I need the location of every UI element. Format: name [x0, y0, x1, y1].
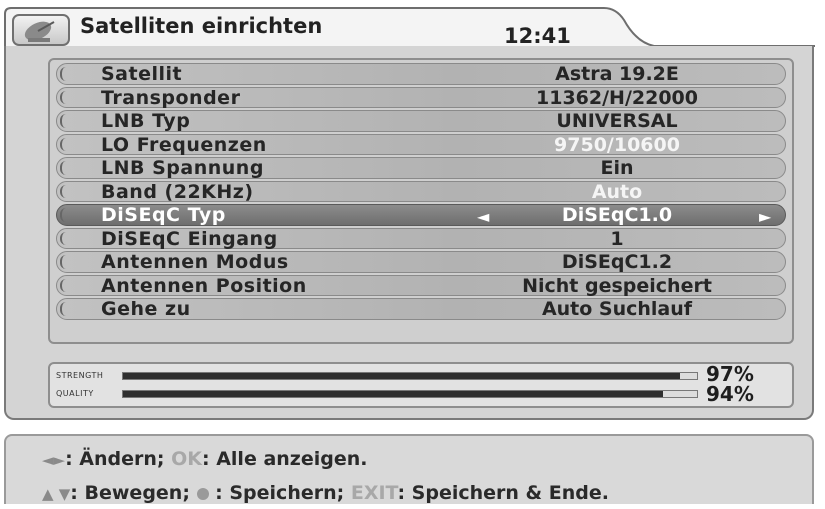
quality-label: QUALITY: [56, 389, 94, 398]
main-panel: Satellit Astra 19.2E Transponder 11362/H…: [4, 46, 814, 420]
setting-row-antennen-modus[interactable]: Antennen Modus DiSEqC1.2: [56, 251, 786, 273]
strength-bar-fill: [123, 373, 680, 379]
setting-label: Gehe zu: [101, 298, 191, 320]
exit-key-label: EXIT: [350, 482, 398, 504]
setting-label: Antennen Position: [101, 274, 307, 297]
setting-label: DiSEqC Typ: [101, 204, 226, 226]
setting-label: LO Frequenzen: [101, 133, 267, 156]
setting-row-transponder[interactable]: Transponder 11362/H/22000: [56, 86, 786, 109]
setting-value: Ein: [600, 157, 634, 179]
setting-row-satellit[interactable]: Satellit Astra 19.2E: [56, 63, 786, 85]
setting-row-lnb-spannung[interactable]: LNB Spannung Ein: [56, 157, 786, 179]
setting-row-diseqc-eingang[interactable]: DiSEqC Eingang 1: [56, 227, 786, 250]
help-bar: ◄►: Ändern; OK: Alle anzeigen. ▲ ▼: Bewe…: [4, 434, 814, 504]
setting-value: Astra 19.2E: [555, 63, 679, 85]
arrow-right-icon[interactable]: ►: [759, 207, 771, 226]
setting-label: LNB Typ: [101, 110, 191, 132]
setting-value: Auto: [591, 180, 643, 203]
setting-row-diseqc-typ[interactable]: DiSEqC Typ ◄ DiSEqC1.0 ►: [56, 204, 786, 226]
setting-label: Band (22KHz): [101, 180, 254, 203]
help-text: : Alle anzeigen.: [202, 448, 368, 470]
help-text: : Speichern;: [208, 482, 351, 504]
help-text: : Speichern & Ende.: [397, 482, 609, 504]
title-bar: Satelliten einrichten 12:41: [4, 6, 816, 48]
setting-label: Antennen Modus: [101, 251, 289, 273]
page-title: Satelliten einrichten: [80, 14, 323, 38]
signal-panel: STRENGTH 97% QUALITY 94%: [48, 362, 794, 408]
help-line-change: ◄►: Ändern; OK: Alle anzeigen.: [42, 448, 367, 470]
settings-list: Satellit Astra 19.2E Transponder 11362/H…: [48, 58, 794, 344]
setting-value: DiSEqC1.2: [561, 251, 673, 273]
setting-value: UNIVERSAL: [556, 110, 678, 132]
strength-bar: [122, 372, 698, 380]
help-line-move: ▲ ▼: Bewegen; : Speichern; EXIT: Speiche…: [42, 482, 609, 504]
ok-key-label: OK: [171, 448, 202, 470]
setting-label: Transponder: [101, 86, 241, 109]
setting-label: Satellit: [101, 63, 183, 85]
quality-bar: [122, 390, 698, 398]
setting-row-band[interactable]: Band (22KHz) Auto: [56, 180, 786, 203]
setting-row-lnb-typ[interactable]: LNB Typ UNIVERSAL: [56, 110, 786, 132]
up-down-arrows-icon: ▲ ▼: [42, 485, 71, 503]
satellite-dish-icon: [12, 14, 70, 46]
setting-row-gehe-zu[interactable]: Gehe zu Auto Suchlauf: [56, 298, 786, 320]
setting-value: Nicht gespeichert: [522, 274, 712, 297]
quality-percent: 94%: [706, 382, 754, 406]
help-text: : Ändern;: [65, 448, 172, 470]
setting-value: DiSEqC1.0: [561, 204, 673, 226]
setting-row-antennen-position[interactable]: Antennen Position Nicht gespeichert: [56, 274, 786, 297]
setting-value: Auto Suchlauf: [541, 298, 693, 320]
setting-label: LNB Spannung: [101, 157, 264, 179]
setting-label: DiSEqC Eingang: [101, 227, 278, 250]
help-text: : Bewegen;: [70, 482, 197, 504]
left-right-arrows-icon: ◄►: [42, 451, 66, 469]
strength-label: STRENGTH: [56, 371, 104, 380]
setting-value: 9750/10600: [554, 133, 680, 156]
setting-value: 1: [610, 227, 624, 250]
setting-value: 11362/H/22000: [536, 86, 698, 109]
setting-row-lo-frequenzen[interactable]: LO Frequenzen 9750/10600: [56, 133, 786, 156]
record-button-icon: [196, 487, 209, 500]
quality-bar-fill: [123, 391, 663, 397]
clock: 12:41: [504, 24, 571, 48]
